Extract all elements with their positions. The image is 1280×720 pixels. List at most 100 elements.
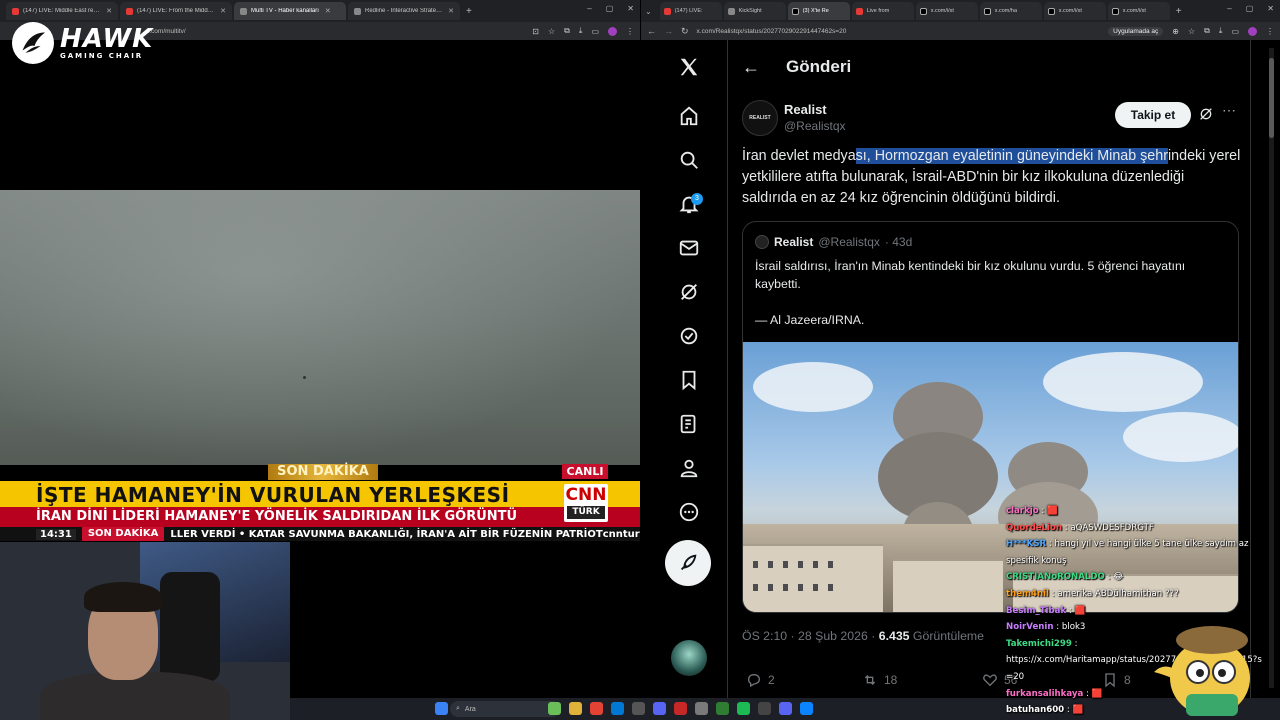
close-tab-icon[interactable]: ✕ <box>220 7 226 15</box>
more-options-icon[interactable]: ⋯ <box>1222 102 1236 119</box>
install-icon[interactable]: ⊡ <box>532 27 539 36</box>
menu-icon[interactable]: ⋮ <box>1266 27 1274 36</box>
post-timestamp[interactable]: ÖS 2:10 · 28 Şub 2026 · <box>742 629 879 643</box>
profile-avatar[interactable] <box>608 26 617 36</box>
url-text[interactable]: x.com/Realistqx/status/20277029022914474… <box>697 28 847 35</box>
profile-icon[interactable] <box>665 451 713 485</box>
notifications-icon[interactable]: 3 <box>665 187 713 221</box>
star-icon[interactable]: ☆ <box>1188 27 1195 36</box>
chat-message: QuordeLion : aQASWDESFDRGTF <box>1006 520 1276 537</box>
repost-button[interactable]: 18 <box>862 672 897 688</box>
right-tab-1[interactable]: (147) LIVE: <box>659 2 722 20</box>
close-window-button[interactable]: ✕ <box>1267 4 1274 13</box>
download-icon[interactable]: ⤓ <box>1219 26 1223 36</box>
app-icon[interactable] <box>674 702 687 715</box>
scrollbar-thumb[interactable] <box>1269 58 1274 138</box>
left-tab-4[interactable]: Redline - Interactive Strategic ✕ <box>348 2 460 20</box>
articles-icon[interactable] <box>665 407 713 441</box>
author-handle[interactable]: @Realistqx <box>784 119 846 133</box>
ticker-site: cnnturk.com <box>602 528 640 540</box>
right-tab-2[interactable]: KickSight <box>723 2 786 20</box>
chat-username: H***KSR <box>1006 539 1047 550</box>
author-avatar[interactable]: REALIST <box>742 100 778 136</box>
app-icon[interactable] <box>800 702 813 715</box>
menu-icon[interactable]: ⋮ <box>626 27 634 36</box>
app-icon[interactable] <box>695 702 708 715</box>
back-arrow-icon[interactable]: ← <box>742 57 760 78</box>
x-logo-icon[interactable] <box>665 50 713 84</box>
reload-icon[interactable]: ↻ <box>681 26 689 37</box>
app-icon[interactable] <box>779 702 792 715</box>
left-tab-strip: (147) LIVE: Middle East real-tim ✕ (147) … <box>0 0 640 22</box>
reply-button[interactable]: 2 <box>746 672 775 688</box>
app-icon[interactable] <box>632 702 645 715</box>
right-tab-8[interactable]: x.com/i/st <box>1107 2 1170 20</box>
spotify-icon[interactable] <box>737 702 750 715</box>
chrome-icon[interactable] <box>590 702 603 715</box>
sidebar-icon[interactable]: ▭ <box>591 27 599 36</box>
compose-post-button[interactable] <box>665 540 711 586</box>
grok-explain-icon[interactable] <box>1198 106 1214 122</box>
close-tab-icon[interactable]: ✕ <box>106 7 112 15</box>
author-name[interactable]: Realist <box>784 102 827 117</box>
left-tab-2[interactable]: (147) LIVE: From the Middle Ea ✕ <box>120 2 232 20</box>
home-icon[interactable] <box>665 99 713 133</box>
right-tab-5[interactable]: x.com/i/st <box>915 2 978 20</box>
search-icon[interactable] <box>665 143 713 177</box>
minimize-button[interactable]: – <box>587 4 591 13</box>
left-tab-3[interactable]: Multi TV - Haber kanalları ✕ <box>234 2 346 20</box>
chat-username: QuordeLion <box>1006 522 1062 533</box>
minimize-button[interactable]: – <box>1227 4 1231 13</box>
right-address-bar[interactable]: ← → ↻ x.com/Realistqx/status/20277029022… <box>641 22 1280 40</box>
chat-text: : 🟥 <box>1041 506 1058 516</box>
extensions-icon[interactable]: ⧉ <box>1204 26 1210 36</box>
screen: (147) LIVE: Middle East real-tim ✕ (147) … <box>0 0 1280 720</box>
app-icon[interactable] <box>758 702 771 715</box>
bookmarks-icon[interactable] <box>665 363 713 397</box>
more-icon[interactable] <box>665 495 713 529</box>
maximize-button[interactable]: ▢ <box>1246 4 1254 13</box>
right-tab-6[interactable]: x.com/ha <box>979 2 1042 20</box>
widget-app-icon[interactable] <box>548 702 561 715</box>
quoted-author-handle: @Realistqx <box>818 235 880 249</box>
hawk-logo: HAWK GAMING CHAIR <box>12 22 153 64</box>
app-icon[interactable] <box>716 702 729 715</box>
verified-icon[interactable] <box>665 319 713 353</box>
news-video[interactable] <box>0 190 640 465</box>
follow-button[interactable]: Takip et <box>1115 102 1191 128</box>
close-tab-icon[interactable]: ✕ <box>448 7 454 15</box>
extensions-icon[interactable]: ⧉ <box>564 26 570 36</box>
back-nav-icon[interactable]: ← <box>647 26 656 36</box>
file-explorer-icon[interactable] <box>569 702 582 715</box>
account-avatar[interactable] <box>671 640 707 676</box>
left-tab-1[interactable]: (147) LIVE: Middle East real-tim ✕ <box>6 2 118 20</box>
tweet-text-selection: sı, Hormozgan eyaletinin güneyindeki Min… <box>855 148 1168 164</box>
sidebar-icon[interactable]: ▭ <box>1231 27 1239 36</box>
right-tab-7[interactable]: x.com/i/st <box>1043 2 1106 20</box>
right-tab-4[interactable]: Live from <box>851 2 914 20</box>
zoom-icon[interactable]: ⊕ <box>1172 27 1179 36</box>
messages-icon[interactable] <box>665 231 713 265</box>
windows-start-icon[interactable] <box>435 702 448 715</box>
edge-icon[interactable] <box>611 702 624 715</box>
chat-text: : amerika ABDülhamithan ??? <box>1051 588 1179 599</box>
open-in-app-button[interactable]: Uygulamada aç <box>1108 26 1164 36</box>
download-icon[interactable]: ⤓ <box>579 26 583 36</box>
maximize-button[interactable]: ▢ <box>606 4 614 13</box>
right-tab-3[interactable]: (3) X'te Re <box>787 2 850 20</box>
profile-avatar[interactable] <box>1248 26 1257 36</box>
taskbar-search[interactable]: ⌕ Ara <box>450 701 560 717</box>
close-tab-icon[interactable]: ✕ <box>325 7 331 15</box>
hawk-logo-sub: GAMING CHAIR <box>60 52 144 60</box>
grok-icon[interactable] <box>665 275 713 309</box>
x-icon <box>919 7 927 15</box>
tab-search-icon[interactable]: ⌄ <box>645 7 652 16</box>
quoted-post-header: Realist @Realistqx · 43d <box>755 235 912 249</box>
star-icon[interactable]: ☆ <box>548 27 555 36</box>
new-tab-button[interactable]: + <box>462 6 476 17</box>
forward-nav-icon[interactable]: → <box>664 26 673 36</box>
chat-text: : 🟥 <box>1086 688 1103 699</box>
new-tab-button[interactable]: + <box>1172 6 1186 17</box>
discord-icon[interactable] <box>653 702 666 715</box>
close-window-button[interactable]: ✕ <box>627 4 634 13</box>
